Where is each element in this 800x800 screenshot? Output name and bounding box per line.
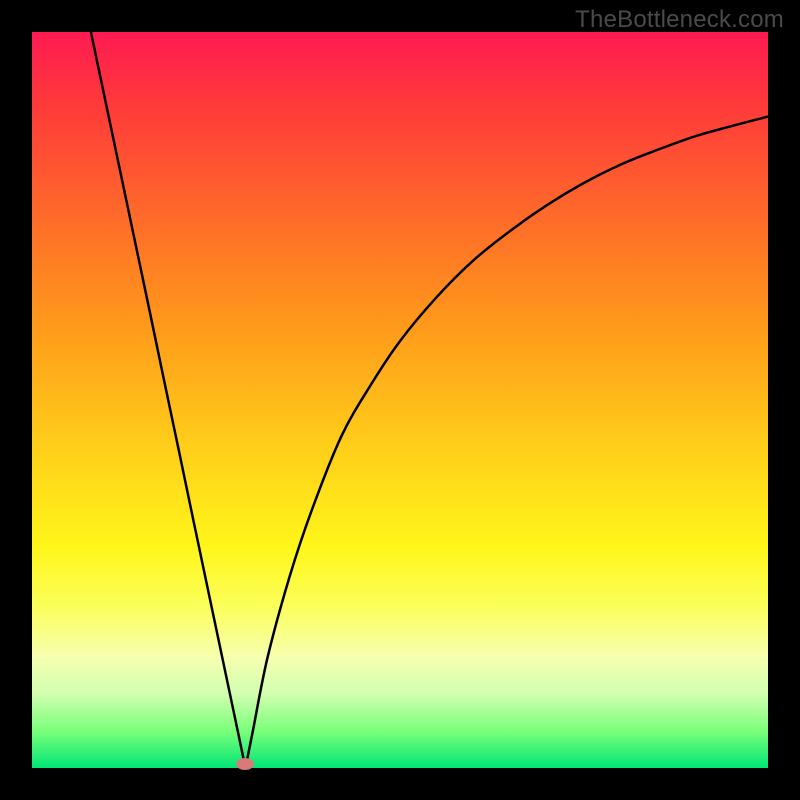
chart-frame: TheBottleneck.com bbox=[0, 0, 800, 800]
optimal-point-marker bbox=[236, 758, 254, 770]
plot-area bbox=[32, 32, 768, 768]
watermark-text: TheBottleneck.com bbox=[575, 6, 784, 34]
bottleneck-curve bbox=[32, 32, 768, 768]
